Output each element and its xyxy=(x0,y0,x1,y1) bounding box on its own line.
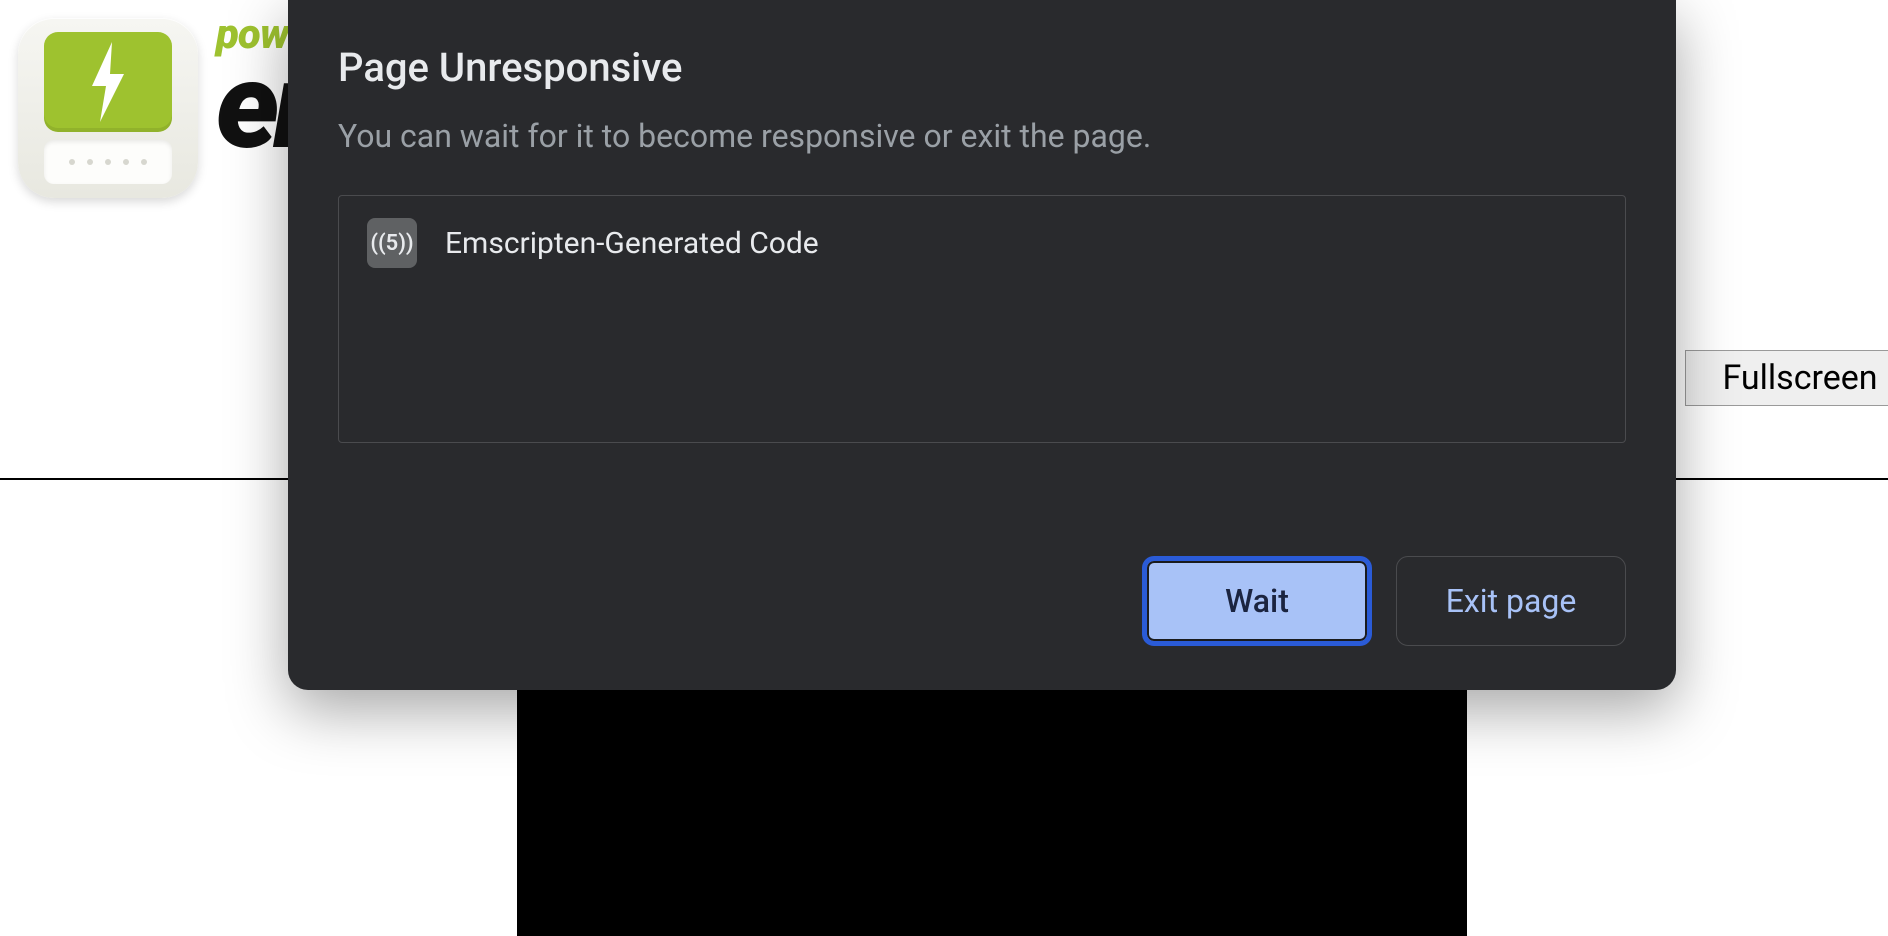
bolt-icon xyxy=(44,32,172,132)
list-item: ((5)) Emscripten-Generated Code xyxy=(367,218,1597,268)
wait-button-label: Wait xyxy=(1225,582,1289,620)
wait-button[interactable]: Wait xyxy=(1142,556,1372,646)
emscripten-logo xyxy=(18,18,198,198)
fullscreen-label: Fullscreen xyxy=(1722,358,1877,398)
page-background: powered by em Fullscreen Page Unresponsi… xyxy=(0,0,1888,936)
favicon-glyph: ((5)) xyxy=(370,231,413,256)
exit-page-button-label: Exit page xyxy=(1446,582,1577,620)
exit-page-button[interactable]: Exit page xyxy=(1396,556,1626,646)
unresponsive-pages-list: ((5)) Emscripten-Generated Code xyxy=(338,195,1626,443)
logo-dots xyxy=(44,140,172,184)
dialog-title: Page Unresponsive xyxy=(338,44,1626,91)
list-item-label: Emscripten-Generated Code xyxy=(445,226,819,261)
fullscreen-button[interactable]: Fullscreen xyxy=(1685,350,1888,406)
page-favicon-icon: ((5)) xyxy=(367,218,417,268)
unresponsive-dialog: Page Unresponsive You can wait for it to… xyxy=(288,0,1676,690)
dialog-button-row: Wait Exit page xyxy=(338,516,1626,646)
dialog-subtitle: You can wait for it to become responsive… xyxy=(338,117,1626,155)
